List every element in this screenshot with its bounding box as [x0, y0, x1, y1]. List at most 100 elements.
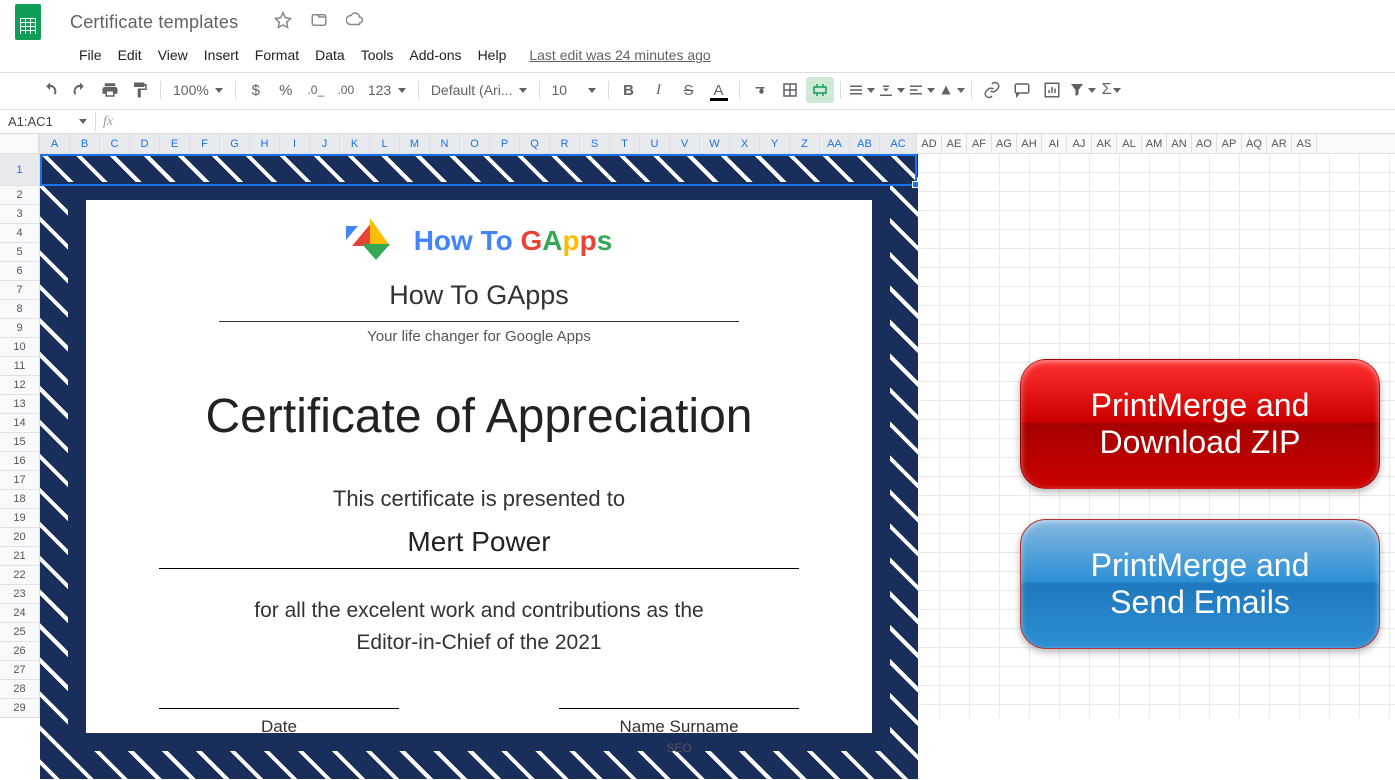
row-header-10[interactable]: 10	[0, 338, 39, 357]
fill-color-button[interactable]	[746, 77, 774, 103]
column-header-U[interactable]: U	[640, 134, 670, 153]
insert-chart-button[interactable]	[1038, 77, 1066, 103]
column-header-H[interactable]: H	[250, 134, 280, 153]
document-name[interactable]: Certificate templates	[70, 12, 238, 33]
decrease-decimal-button[interactable]: .0_	[302, 77, 330, 103]
paint-format-button[interactable]	[126, 77, 154, 103]
row-header-20[interactable]: 20	[0, 528, 39, 547]
row-header-3[interactable]: 3	[0, 205, 39, 224]
menu-file[interactable]: File	[72, 44, 109, 66]
text-color-button[interactable]: A	[705, 77, 733, 103]
column-header-AQ[interactable]: AQ	[1242, 134, 1267, 153]
formula-bar[interactable]	[120, 120, 1395, 124]
menu-insert[interactable]: Insert	[197, 44, 246, 66]
borders-button[interactable]	[776, 77, 804, 103]
column-header-P[interactable]: P	[490, 134, 520, 153]
insert-comment-button[interactable]	[1008, 77, 1036, 103]
vertical-align-button[interactable]	[877, 77, 905, 103]
insert-link-button[interactable]	[978, 77, 1006, 103]
row-header-18[interactable]: 18	[0, 490, 39, 509]
cloud-status-icon[interactable]	[346, 11, 364, 34]
row-header-12[interactable]: 12	[0, 376, 39, 395]
column-header-I[interactable]: I	[280, 134, 310, 153]
column-header-AB[interactable]: AB	[850, 134, 880, 153]
filter-button[interactable]	[1068, 77, 1096, 103]
row-header-29[interactable]: 29	[0, 699, 39, 718]
zoom-dropdown[interactable]: 100%	[167, 80, 229, 100]
row-header-23[interactable]: 23	[0, 585, 39, 604]
row-header-28[interactable]: 28	[0, 680, 39, 699]
column-header-C[interactable]: C	[100, 134, 130, 153]
column-header-AM[interactable]: AM	[1142, 134, 1167, 153]
menu-data[interactable]: Data	[308, 44, 352, 66]
column-header-AL[interactable]: AL	[1117, 134, 1142, 153]
font-dropdown[interactable]: Default (Ari...	[425, 80, 533, 100]
column-header-AD[interactable]: AD	[917, 134, 942, 153]
column-header-Q[interactable]: Q	[520, 134, 550, 153]
row-header-17[interactable]: 17	[0, 471, 39, 490]
row-header-14[interactable]: 14	[0, 414, 39, 433]
column-header-AA[interactable]: AA	[820, 134, 850, 153]
text-wrap-button[interactable]	[907, 77, 935, 103]
strikethrough-button[interactable]: S	[675, 77, 703, 103]
row-header-21[interactable]: 21	[0, 547, 39, 566]
column-header-E[interactable]: E	[160, 134, 190, 153]
column-header-AS[interactable]: AS	[1292, 134, 1317, 153]
menu-add-ons[interactable]: Add-ons	[402, 44, 468, 66]
redo-button[interactable]	[66, 77, 94, 103]
row-header-2[interactable]: 2	[0, 186, 39, 205]
increase-decimal-button[interactable]: .00	[332, 77, 360, 103]
row-header-24[interactable]: 24	[0, 604, 39, 623]
bold-button[interactable]: B	[615, 77, 643, 103]
column-header-N[interactable]: N	[430, 134, 460, 153]
column-header-A[interactable]: A	[40, 134, 70, 153]
column-header-O[interactable]: O	[460, 134, 490, 153]
column-header-AC[interactable]: AC	[880, 134, 917, 153]
column-header-AI[interactable]: AI	[1042, 134, 1067, 153]
column-header-AH[interactable]: AH	[1017, 134, 1042, 153]
number-format-dropdown[interactable]: 123	[362, 80, 412, 100]
row-header-26[interactable]: 26	[0, 642, 39, 661]
row-header-15[interactable]: 15	[0, 433, 39, 452]
column-header-D[interactable]: D	[130, 134, 160, 153]
row-header-13[interactable]: 13	[0, 395, 39, 414]
column-header-M[interactable]: M	[400, 134, 430, 153]
menu-view[interactable]: View	[151, 44, 195, 66]
column-header-AK[interactable]: AK	[1092, 134, 1117, 153]
row-header-9[interactable]: 9	[0, 319, 39, 338]
printmerge-download-zip-button[interactable]: PrintMerge andDownload ZIP	[1020, 359, 1380, 489]
sheets-app-icon[interactable]	[8, 2, 48, 42]
column-header-AG[interactable]: AG	[992, 134, 1017, 153]
percent-button[interactable]: %	[272, 77, 300, 103]
column-header-AO[interactable]: AO	[1192, 134, 1217, 153]
row-header-11[interactable]: 11	[0, 357, 39, 376]
column-header-AN[interactable]: AN	[1167, 134, 1192, 153]
row-header-25[interactable]: 25	[0, 623, 39, 642]
font-size-dropdown[interactable]: 10	[546, 80, 602, 100]
text-rotation-button[interactable]	[937, 77, 965, 103]
row-header-6[interactable]: 6	[0, 262, 39, 281]
column-header-R[interactable]: R	[550, 134, 580, 153]
column-header-Y[interactable]: Y	[760, 134, 790, 153]
print-button[interactable]	[96, 77, 124, 103]
row-header-7[interactable]: 7	[0, 281, 39, 300]
row-header-16[interactable]: 16	[0, 452, 39, 471]
column-header-AR[interactable]: AR	[1267, 134, 1292, 153]
printmerge-send-emails-button[interactable]: PrintMerge andSend Emails	[1020, 519, 1380, 649]
column-header-AJ[interactable]: AJ	[1067, 134, 1092, 153]
row-header-5[interactable]: 5	[0, 243, 39, 262]
menu-tools[interactable]: Tools	[354, 44, 401, 66]
move-folder-icon[interactable]	[310, 11, 328, 34]
column-header-V[interactable]: V	[670, 134, 700, 153]
row-header-22[interactable]: 22	[0, 566, 39, 585]
undo-button[interactable]	[36, 77, 64, 103]
column-header-L[interactable]: L	[370, 134, 400, 153]
row-header-27[interactable]: 27	[0, 661, 39, 680]
functions-button[interactable]: Σ	[1098, 77, 1126, 103]
row-header-8[interactable]: 8	[0, 300, 39, 319]
column-header-K[interactable]: K	[340, 134, 370, 153]
column-header-Z[interactable]: Z	[790, 134, 820, 153]
column-header-S[interactable]: S	[580, 134, 610, 153]
column-header-AF[interactable]: AF	[967, 134, 992, 153]
column-header-F[interactable]: F	[190, 134, 220, 153]
